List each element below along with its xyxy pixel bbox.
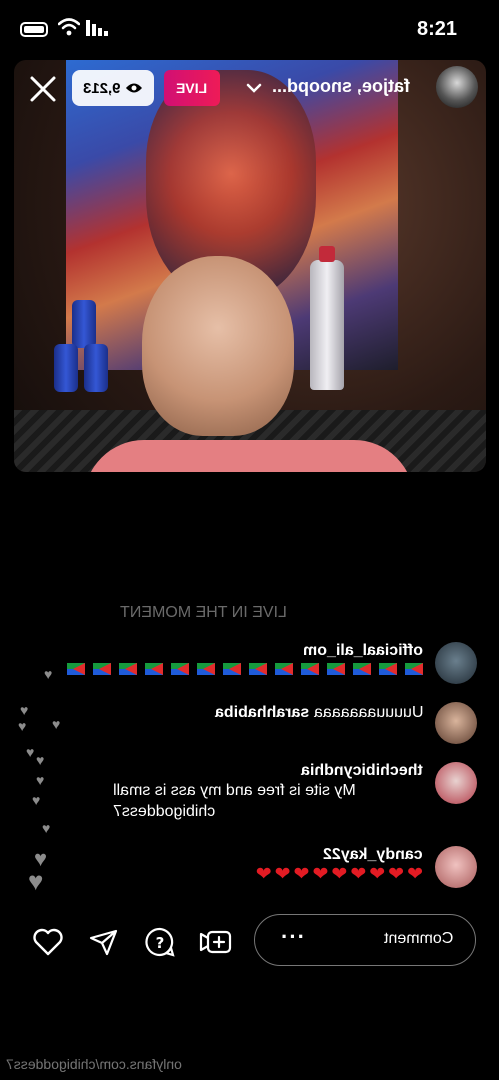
eye-icon bbox=[125, 83, 142, 93]
floating-heart-icon: ♥ bbox=[26, 744, 35, 760]
floating-heart-icon: ♥ bbox=[18, 718, 27, 734]
watermark: onlyfans.com/chibigoddess7 bbox=[6, 1056, 182, 1072]
svg-text:?: ? bbox=[156, 934, 165, 952]
send-icon[interactable] bbox=[88, 926, 120, 958]
comment-username[interactable]: sarahhabiba bbox=[215, 704, 309, 722]
chevron-down-icon[interactable] bbox=[246, 82, 262, 94]
comment-message: 🇪🇷🇪🇷🇪🇷🇪🇷🇪🇷🇪🇷🇪🇷🇪🇷🇪🇷🇪🇷🇪🇷🇪🇷🇪🇷🇪🇷 bbox=[59, 660, 423, 681]
comment-avatar[interactable] bbox=[435, 702, 477, 744]
floating-heart-icon: ♥ bbox=[20, 702, 29, 718]
floating-heart-icon: ♥ bbox=[44, 666, 53, 682]
live-badge: LIVE bbox=[164, 70, 220, 106]
live-video[interactable] bbox=[14, 60, 486, 472]
comment-item[interactable]: sarahhabiba Uuuuuaaaaaaa bbox=[215, 702, 477, 744]
bottle bbox=[310, 246, 344, 390]
comment-message: Uuuuuaaaaaaa bbox=[313, 704, 423, 721]
host-name[interactable]: fatjoe, snoopd... bbox=[272, 76, 410, 97]
comment-username[interactable]: candy_kay22 bbox=[323, 846, 423, 864]
floating-heart-icon: ♥ bbox=[42, 820, 51, 836]
heart-icon[interactable] bbox=[32, 926, 64, 958]
floating-heart-icon: ♥ bbox=[36, 772, 45, 788]
floating-heart-icon: ♥ bbox=[28, 866, 44, 896]
comment-placeholder: Comment bbox=[383, 930, 453, 947]
status-bar: 8:21 bbox=[0, 0, 499, 60]
comment-input[interactable]: ··· Comment bbox=[254, 914, 476, 966]
comment-avatar[interactable] bbox=[435, 762, 477, 804]
shirt bbox=[84, 440, 414, 472]
battery-icon bbox=[20, 22, 48, 37]
add-video-icon[interactable] bbox=[198, 926, 234, 958]
comment-item[interactable]: candy_kay22 ❤️❤️❤️❤️❤️❤️❤️❤️❤️ ❤❤❤❤❤❤❤❤❤ bbox=[253, 846, 477, 888]
clock: 8:21 bbox=[416, 18, 457, 40]
comment-avatar[interactable] bbox=[435, 846, 477, 888]
wifi-icon bbox=[58, 18, 80, 36]
comment-item[interactable]: officiaal_ali_om 🇪🇷🇪🇷🇪🇷🇪🇷🇪🇷🇪🇷🇪🇷🇪🇷🇪🇷🇪🇷🇪🇷🇪… bbox=[59, 642, 477, 684]
comment-avatar[interactable] bbox=[435, 642, 477, 684]
host-avatar[interactable] bbox=[436, 66, 478, 108]
streamer-face bbox=[142, 256, 294, 436]
comment-message: ❤️❤️❤️❤️❤️❤️❤️❤️❤️ ❤❤❤❤❤❤❤❤❤ bbox=[255, 864, 423, 885]
signal-icon bbox=[86, 20, 108, 36]
comment-username[interactable]: thechibicyndhia bbox=[301, 762, 423, 780]
comment-item[interactable]: thechibicyndhia My site is free and my a… bbox=[113, 762, 477, 822]
live-moment-banner: LIVE IN THE MOMENT bbox=[120, 604, 287, 621]
floating-heart-icon: ♥ bbox=[32, 792, 41, 808]
viewer-count: 9,213 bbox=[83, 79, 121, 97]
close-icon[interactable] bbox=[28, 74, 58, 104]
comment-username[interactable]: officiaal_ali_om bbox=[303, 642, 423, 660]
comment-message: My site is free and my ass is small chib… bbox=[113, 782, 356, 820]
question-icon[interactable]: ? bbox=[144, 926, 176, 958]
floating-heart-icon: ♥ bbox=[52, 716, 61, 732]
floating-heart-icon: ♥ bbox=[36, 752, 45, 768]
viewer-count-badge[interactable]: 9,213 bbox=[72, 70, 154, 106]
